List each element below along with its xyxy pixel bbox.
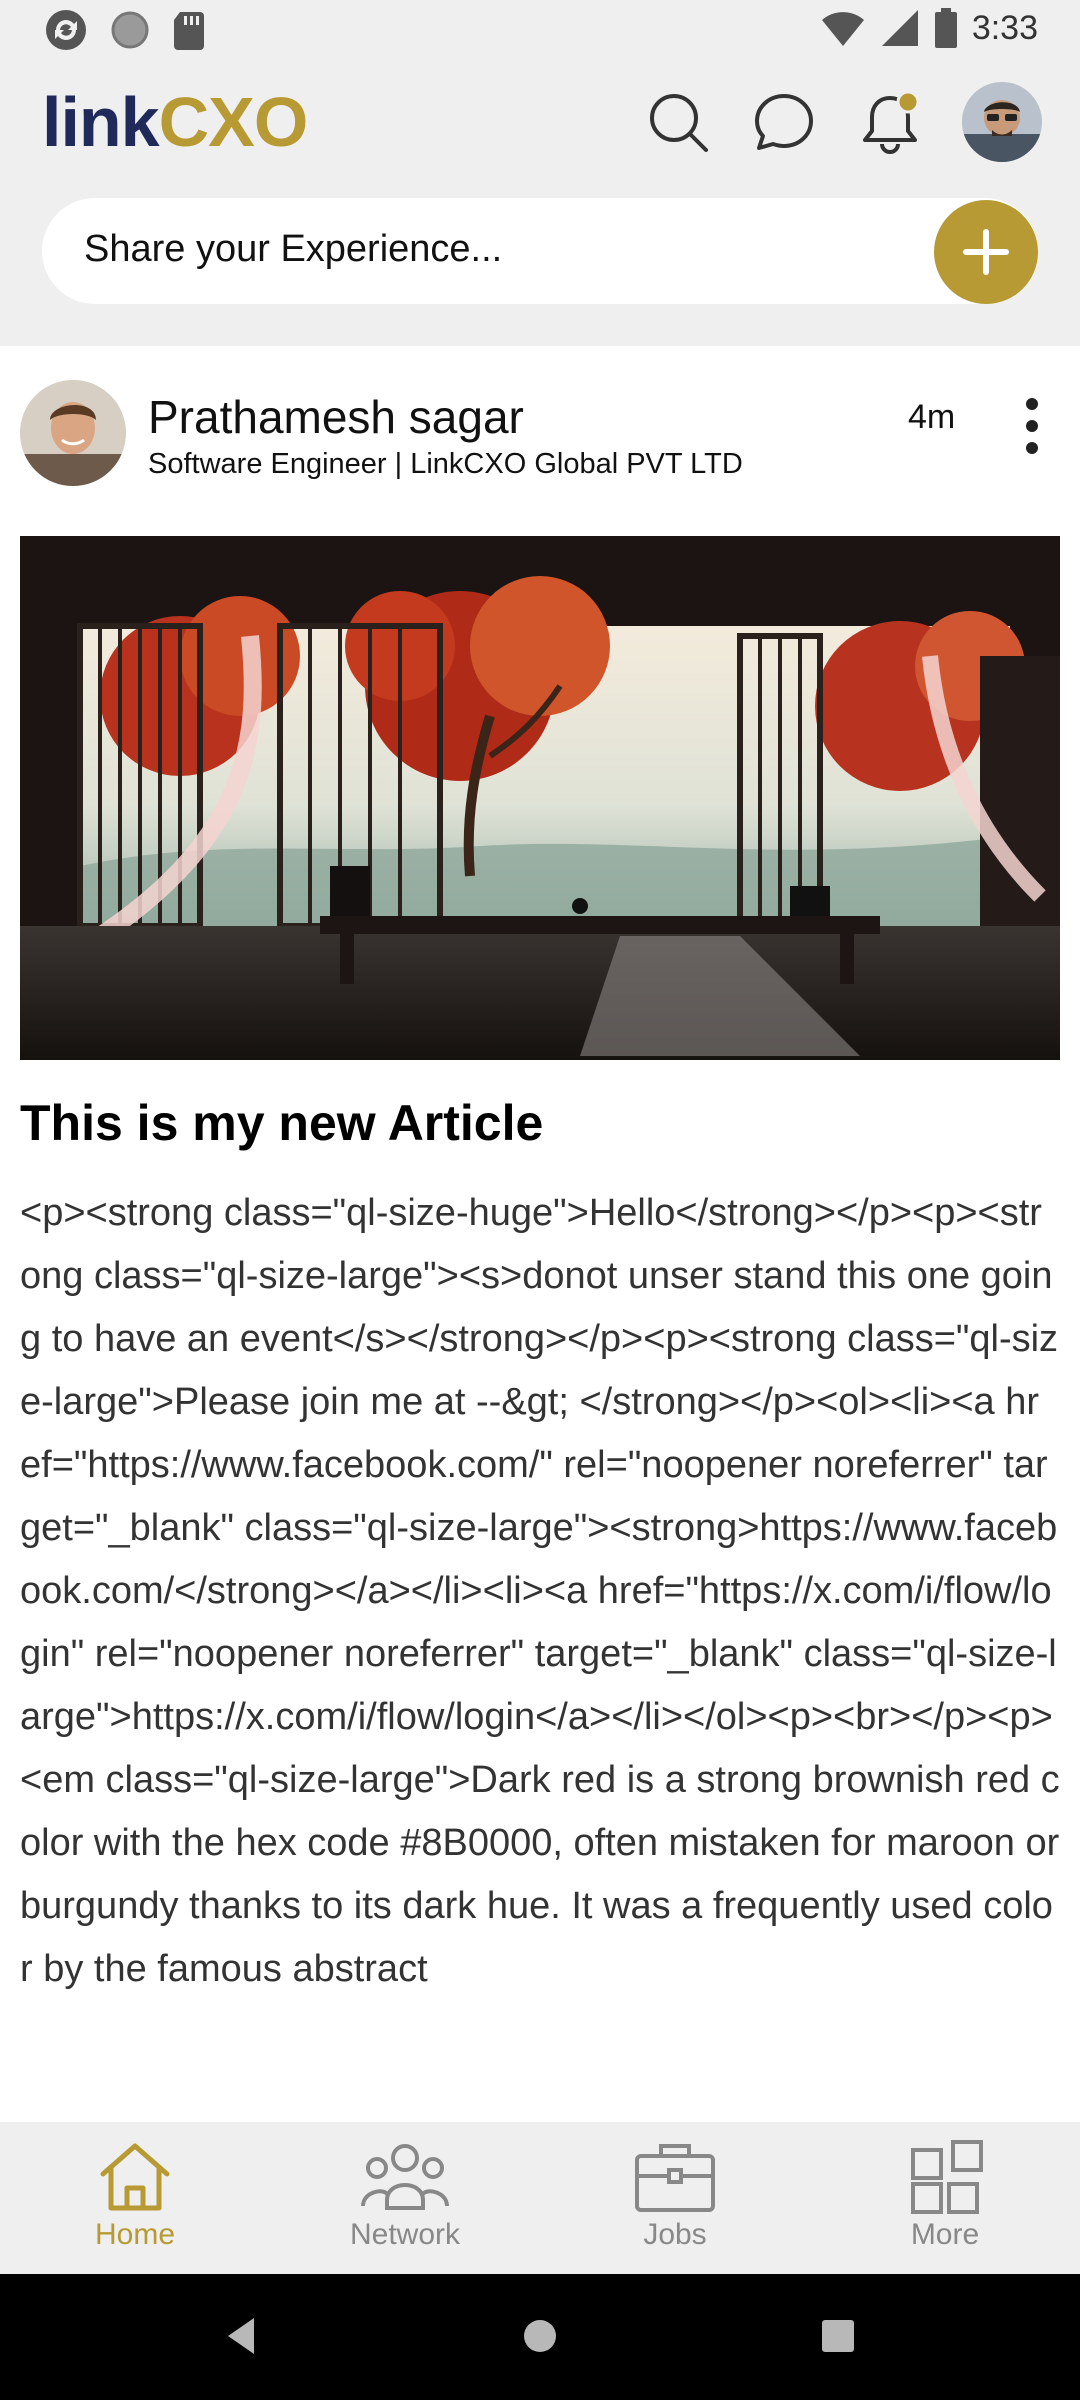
search-icon	[650, 94, 708, 152]
author-name[interactable]: Prathamesh sagar	[148, 390, 524, 444]
plus-icon	[963, 229, 1009, 275]
share-placeholder: Share your Experience...	[84, 228, 503, 270]
more-vertical-icon	[1026, 398, 1038, 454]
add-post-button[interactable]	[934, 200, 1038, 304]
bell-icon	[863, 90, 920, 154]
circle-icon	[111, 11, 149, 49]
author-photo-icon	[20, 380, 126, 486]
nav-home[interactable]: Home	[0, 2122, 270, 2274]
linkcxo-logo[interactable]: link CXO	[42, 82, 309, 162]
briefcase-icon	[635, 2144, 715, 2212]
nav-network[interactable]: Network	[270, 2122, 540, 2274]
post-image-illustration	[20, 536, 1060, 1060]
logo-text-cxo: CXO	[158, 83, 309, 161]
author-title: Software Engineer | LinkCXO Global PVT L…	[148, 448, 743, 480]
profile-avatar[interactable]	[962, 82, 1042, 162]
sync-icon	[46, 10, 86, 50]
profile-photo-icon	[962, 82, 1042, 162]
clock: 3:33	[971, 8, 1038, 47]
grid-icon	[911, 2140, 983, 2214]
nav-more[interactable]: More	[810, 2122, 1080, 2274]
battery-icon	[934, 8, 957, 48]
system-navigation-bar	[0, 2274, 1080, 2400]
sdcard-icon	[174, 12, 204, 50]
post-title: This is my new Article	[20, 1095, 544, 1151]
bottom-navigation: Home Network Jobs More	[0, 2122, 1080, 2274]
share-experience-bar[interactable]: Share your Experience...	[42, 198, 1038, 304]
app-header: link CXO	[0, 62, 1080, 188]
post-menu-button[interactable]	[1020, 396, 1044, 456]
post-body: <p><strong class="ql-size-huge">Hello</s…	[20, 1192, 1060, 1990]
post-timestamp: 4m	[908, 398, 956, 436]
author-avatar[interactable]	[20, 380, 126, 486]
nav-network-label: Network	[349, 2218, 461, 2251]
search-button[interactable]	[644, 88, 712, 156]
home-icon	[100, 2143, 170, 2211]
network-icon	[361, 2144, 449, 2210]
nav-more-label: More	[910, 2218, 980, 2251]
chat-button[interactable]	[750, 88, 818, 156]
notifications-button[interactable]	[856, 88, 924, 156]
recents-icon[interactable]	[816, 2314, 860, 2358]
logo-text-link: link	[42, 83, 160, 161]
back-icon[interactable]	[220, 2314, 264, 2358]
post-card: Prathamesh sagar Software Engineer | Lin…	[0, 346, 1080, 2122]
post-image[interactable]	[20, 536, 1060, 1060]
status-bar: 3:33	[0, 0, 1080, 62]
wifi-icon	[821, 12, 864, 46]
nav-jobs[interactable]: Jobs	[540, 2122, 810, 2274]
chat-icon	[755, 94, 813, 150]
home-circle-icon[interactable]	[518, 2314, 562, 2358]
nav-home-label: Home	[94, 2218, 176, 2251]
nav-jobs-label: Jobs	[643, 2218, 707, 2251]
signal-icon	[881, 10, 918, 46]
